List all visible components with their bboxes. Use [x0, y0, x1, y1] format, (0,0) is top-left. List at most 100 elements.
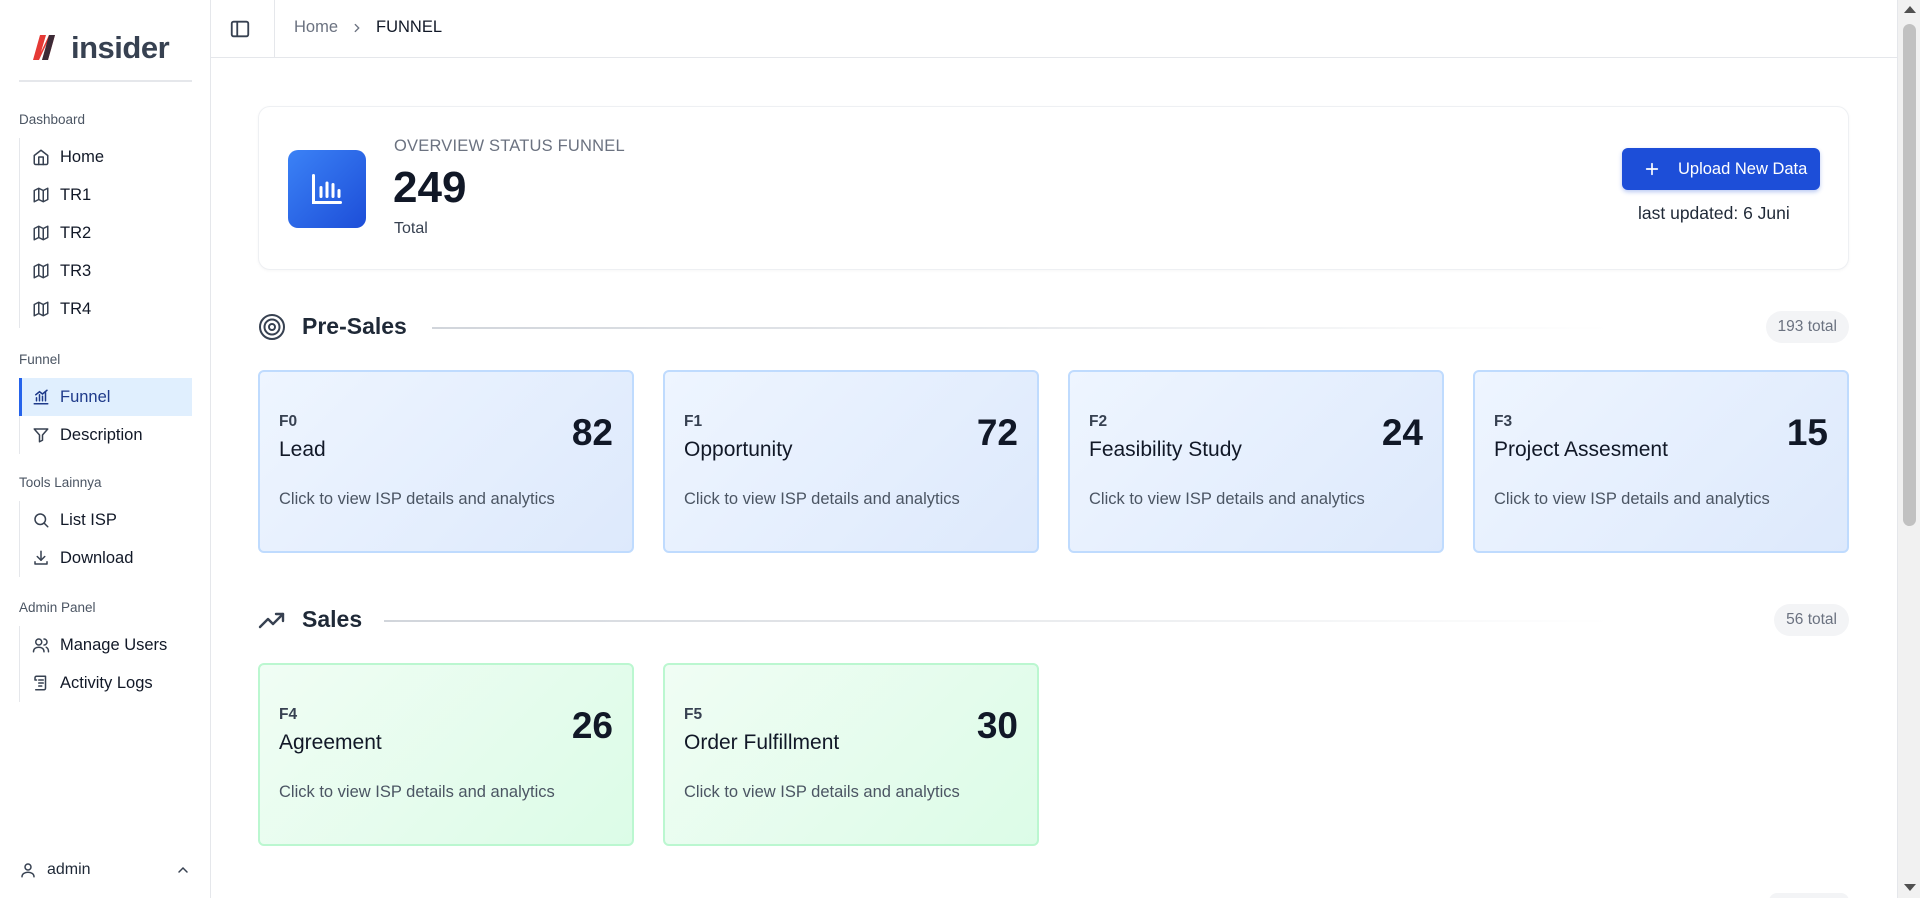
logs-icon — [32, 674, 50, 692]
user-icon — [21, 863, 35, 878]
stage-name: Agreement — [279, 731, 382, 754]
stage-count: 30 — [976, 705, 1018, 746]
plus-icon — [1645, 162, 1659, 176]
stage-name: Order Fulfillment — [684, 731, 840, 754]
breadcrumb-current: FUNNEL — [376, 18, 443, 36]
nav-group-funnel: Funnel Funnel Description — [19, 350, 192, 454]
stage-code: F3 — [1494, 413, 1513, 430]
overview-card: OVERVIEW STATUS FUNNEL 249 Total Upload … — [258, 106, 1849, 270]
sidebar-item-tr1[interactable]: TR1 — [20, 176, 192, 214]
breadcrumb: Home FUNNEL — [294, 18, 442, 37]
chart-icon — [32, 388, 50, 406]
sidebar-item-label: TR3 — [60, 261, 92, 280]
breadcrumb-home-link[interactable]: Home — [294, 18, 338, 37]
stage-name: Lead — [279, 438, 326, 461]
scroll-up-arrow-icon[interactable] — [1904, 6, 1916, 13]
stage-count: 26 — [571, 705, 613, 746]
upload-button-label: Upload New Data — [1678, 159, 1808, 178]
stage-card-f1[interactable]: F1 Opportunity 72 Click to view ISP deta… — [663, 370, 1039, 553]
stage-name: Feasibility Study — [1089, 438, 1242, 461]
sidebar-item-label: Activity Logs — [60, 673, 153, 692]
chevron-up-icon — [178, 866, 188, 873]
sidebar-item-tr4[interactable]: TR4 — [20, 290, 192, 328]
sidebar-item-home[interactable]: Home — [20, 138, 192, 176]
map-icon — [32, 300, 50, 318]
sidebar-item-tr3[interactable]: TR3 — [20, 252, 192, 290]
group-label: Dashboard — [19, 112, 86, 127]
sales-section-header: Sales 56 total — [258, 601, 1849, 636]
trending-up-icon — [258, 612, 285, 629]
section-title: Sales — [302, 606, 363, 632]
section-count-badge: 193 total — [1765, 311, 1849, 343]
sidebar-item-label: Manage Users — [60, 635, 168, 654]
user-name: admin — [47, 861, 91, 878]
stage-code: F0 — [279, 413, 298, 430]
sidebar-item-label: Download — [60, 548, 134, 567]
stage-code: F1 — [684, 413, 703, 430]
upload-new-data-button[interactable]: Upload New Data — [1622, 148, 1820, 190]
target-icon — [259, 314, 285, 340]
user-menu[interactable]: admin — [19, 858, 191, 882]
sidebar-toggle-icon[interactable] — [229, 18, 251, 40]
chevron-right-icon — [354, 23, 360, 32]
scroll-down-arrow-icon[interactable] — [1904, 884, 1916, 891]
group-label: Admin Panel — [19, 600, 96, 615]
group-label: Funnel — [19, 352, 61, 367]
scroll-thumb[interactable] — [1903, 24, 1916, 526]
sidebar-item-label: Home — [60, 147, 105, 166]
map-icon — [32, 186, 50, 204]
map-icon — [32, 224, 50, 242]
sidebar-item-label: Funnel — [60, 387, 111, 406]
map-icon — [32, 262, 50, 280]
search-icon — [32, 511, 50, 529]
filter-icon — [32, 426, 50, 444]
download-icon — [32, 549, 50, 567]
stage-card-f3[interactable]: F3 Project Assesment 15 Click to view IS… — [1473, 370, 1849, 553]
sidebar-item-label: List ISP — [60, 510, 117, 529]
group-label: Tools Lainnya — [19, 475, 102, 490]
stage-name: Project Assesment — [1494, 438, 1668, 461]
divider — [274, 0, 275, 58]
overview-total: 249 — [393, 163, 467, 212]
section-divider — [432, 327, 1612, 329]
stage-count: 15 — [1786, 412, 1828, 453]
stage-hint: Click to view ISP details and analytics — [1089, 490, 1365, 508]
stage-card-f5[interactable]: F5 Order Fulfillment 30 Click to view IS… — [663, 663, 1039, 846]
sidebar-item-label: TR4 — [60, 299, 92, 318]
sidebar-item-funnel[interactable]: Funnel — [19, 378, 192, 416]
stage-code: F4 — [279, 706, 298, 723]
last-updated-text: last updated: 6 Juni — [1638, 203, 1790, 223]
sidebar-item-list-isp[interactable]: List ISP — [20, 501, 192, 539]
users-icon — [32, 636, 50, 654]
stage-hint: Click to view ISP details and analytics — [1494, 490, 1770, 508]
sidebar: insider Dashboard Home TR1 TR2 TR3 TR4 F… — [0, 0, 211, 898]
stage-card-f0[interactable]: F0 Lead 82 Click to view ISP details and… — [258, 370, 634, 553]
page-scrollbar[interactable] — [1897, 0, 1920, 898]
sidebar-item-activity-logs[interactable]: Activity Logs — [20, 664, 192, 702]
sidebar-item-label: TR1 — [60, 185, 92, 204]
stage-count: 72 — [976, 412, 1018, 453]
stage-card-f2[interactable]: F2 Feasibility Study 24 Click to view IS… — [1068, 370, 1444, 553]
sidebar-item-description[interactable]: Description — [20, 416, 192, 454]
stage-count: 82 — [571, 412, 613, 453]
brand[interactable]: insider — [19, 30, 192, 82]
sidebar-item-label: TR2 — [60, 223, 92, 242]
home-icon — [32, 148, 50, 166]
sidebar-item-manage-users[interactable]: Manage Users — [20, 626, 192, 664]
sidebar-item-download[interactable]: Download — [20, 539, 192, 577]
nav-group-admin: Admin Panel Manage Users Activity Logs — [19, 598, 192, 702]
sidebar-item-label: Description — [60, 425, 143, 444]
overview-total-label: Total — [394, 220, 428, 237]
nav-group-dashboard: Dashboard Home TR1 TR2 TR3 TR4 — [19, 110, 192, 328]
stage-hint: Click to view ISP details and analytics — [279, 490, 555, 508]
stage-name: Opportunity — [684, 438, 793, 461]
sidebar-item-tr2[interactable]: TR2 — [20, 214, 192, 252]
stage-card-f4[interactable]: F4 Agreement 26 Click to view ISP detail… — [258, 663, 634, 846]
insider-logo-icon — [33, 35, 55, 60]
section-title: Pre-Sales — [302, 313, 407, 339]
stage-hint: Click to view ISP details and analytics — [279, 783, 555, 801]
stage-code: F2 — [1089, 413, 1108, 430]
section-divider — [384, 620, 1612, 622]
stage-hint: Click to view ISP details and analytics — [684, 490, 960, 508]
presales-section-header: Pre-Sales 193 total — [258, 308, 1849, 343]
